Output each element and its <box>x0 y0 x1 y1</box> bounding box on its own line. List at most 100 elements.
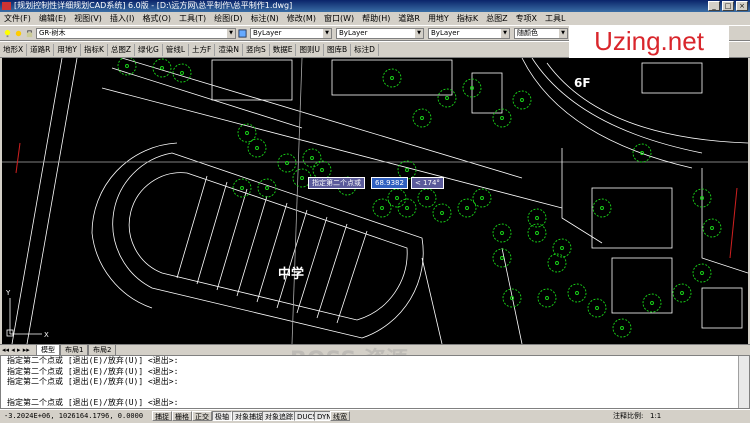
toolbar-annotate[interactable]: 标注D <box>351 43 379 56</box>
command-prompt-line[interactable]: 指定第二个点或 [退出(E)/放弃(U)] <退出>: <box>1 398 749 409</box>
tree-symbol <box>612 318 632 338</box>
menu-road[interactable]: 道路R <box>394 12 424 25</box>
tree-center <box>600 206 604 210</box>
tree-symbol <box>552 238 572 258</box>
command-scrollbar[interactable] <box>738 356 749 408</box>
ortho-toggle[interactable]: 正交 <box>192 411 212 421</box>
layer-manager-icon[interactable] <box>238 29 247 38</box>
tree-center <box>160 66 164 70</box>
restore-button[interactable]: □ <box>722 1 734 11</box>
tree-center <box>500 231 504 235</box>
tree-center <box>560 246 564 250</box>
command-window[interactable]: 指定第二个点或 [退出(E)/放弃(U)] <退出>: 指定第二个点或 [退出(… <box>0 355 750 409</box>
menu-site[interactable]: 总图Z <box>482 12 511 25</box>
toolbar-landuse[interactable]: 用地Y <box>54 43 81 56</box>
tree-center <box>255 146 259 150</box>
tree-symbol <box>247 138 267 158</box>
close-button[interactable]: × <box>736 1 748 11</box>
tree-symbol <box>417 188 437 208</box>
drawing-canvas[interactable]: Y X 6F 中学 <box>2 58 748 344</box>
menu-file[interactable]: 文件(F) <box>0 12 35 25</box>
toolbar-terrain[interactable]: 地形X <box>0 43 28 56</box>
snap-toggle[interactable]: 捕捉 <box>152 411 172 421</box>
menu-index[interactable]: 指标K <box>453 12 482 25</box>
site-logo: Uzing.net <box>569 25 729 58</box>
tree-center <box>575 291 579 295</box>
angle-input[interactable]: < 174° <box>410 177 444 189</box>
menu-draw[interactable]: 绘图(D) <box>210 12 246 25</box>
tree-center <box>680 291 684 295</box>
toolbar-index[interactable]: 指标K <box>81 43 108 56</box>
lineweight-toggle[interactable]: 线宽 <box>330 411 350 421</box>
command-history-line <box>1 388 749 399</box>
toolbar-vertical[interactable]: 竖向S <box>243 43 270 56</box>
tree-symbol <box>257 178 277 198</box>
sun-icon[interactable] <box>14 29 23 38</box>
minimize-button[interactable]: _ <box>708 1 720 11</box>
lineweight-combo[interactable]: ByLayer <box>428 28 510 39</box>
menu-tools[interactable]: 工具(T) <box>175 12 210 25</box>
toolbar-site[interactable]: 总图Z <box>108 43 136 56</box>
menu-landuse[interactable]: 用地Y <box>424 12 453 25</box>
tree-center <box>555 261 559 265</box>
menu-modify[interactable]: 修改(M) <box>283 12 320 25</box>
menu-tools-l[interactable]: 工具L <box>541 12 569 25</box>
toolbar-green[interactable]: 绿化G <box>135 43 163 56</box>
tree-symbol <box>387 188 407 208</box>
toolbar-rules[interactable]: 图则U <box>296 43 324 56</box>
tree-center <box>440 211 444 215</box>
toolbar-render[interactable]: 渲染N <box>215 43 243 56</box>
dynamic-prompt: 指定第二个点或 <box>308 177 365 189</box>
annotation-scale-value[interactable]: 1:1 <box>650 410 661 423</box>
menu-view[interactable]: 视图(V) <box>70 12 106 25</box>
toolbar-data[interactable]: 数据E <box>270 43 297 56</box>
tree-symbol <box>592 198 612 218</box>
tree-center <box>320 168 324 172</box>
tree-center <box>620 326 624 330</box>
toolbar-earthwork[interactable]: 土方F <box>189 43 216 56</box>
linetype-combo[interactable]: ByLayer <box>336 28 424 39</box>
menu-special[interactable]: 专项X <box>512 12 541 25</box>
otrack-toggle[interactable]: 对象追踪 <box>262 411 296 421</box>
grid-toggle[interactable]: 栅格 <box>172 411 192 421</box>
menu-format[interactable]: 格式(O) <box>138 12 175 25</box>
lightbulb-icon[interactable] <box>3 29 12 38</box>
tree-center <box>265 186 269 190</box>
tree-symbol <box>502 288 522 308</box>
polar-toggle[interactable]: 极轴 <box>212 411 232 421</box>
tree-symbol <box>277 153 297 173</box>
tree-center <box>300 176 304 180</box>
menu-help[interactable]: 帮助(H) <box>358 12 394 25</box>
ucs-x-label: X <box>44 331 49 339</box>
osnap-toggle[interactable]: 对象捕捉 <box>232 411 266 421</box>
tree-symbol <box>672 283 692 303</box>
plotstyle-combo[interactable]: 随颜色 <box>514 28 568 39</box>
tree-center <box>390 76 394 80</box>
tree-symbol <box>432 203 452 223</box>
menu-insert[interactable]: 插入(I) <box>106 12 139 25</box>
tree-symbol <box>457 198 477 218</box>
color-combo[interactable]: ByLayer <box>250 28 332 39</box>
menu-edit[interactable]: 编辑(E) <box>35 12 70 25</box>
school-label: 中学 <box>278 267 305 282</box>
toolbar-pipeline[interactable]: 管线L <box>163 43 190 56</box>
tab-nav-arrows-icon[interactable]: ◂◂ ◂ ▸ ▸▸ <box>2 345 30 355</box>
tree-symbol <box>232 178 252 198</box>
tree-symbol <box>382 68 402 88</box>
tree-center <box>240 186 244 190</box>
building-label: 6F <box>574 76 591 90</box>
tree-center <box>595 306 599 310</box>
ucs-y-label: Y <box>5 289 11 297</box>
toolbar-library[interactable]: 图库B <box>324 43 352 56</box>
layer-combo[interactable]: GR-树木 <box>36 28 236 39</box>
distance-input[interactable]: 68.9382 <box>371 177 408 189</box>
tree-center <box>700 271 704 275</box>
lock-icon[interactable] <box>25 29 34 38</box>
menu-dimension[interactable]: 标注(N) <box>247 12 283 25</box>
tree-symbol <box>397 198 417 218</box>
toolbar-road[interactable]: 道路R <box>27 43 55 56</box>
tree-center <box>650 301 654 305</box>
menu-window[interactable]: 窗口(W) <box>320 12 358 25</box>
tree-center <box>500 256 504 260</box>
tree-center <box>405 168 409 172</box>
